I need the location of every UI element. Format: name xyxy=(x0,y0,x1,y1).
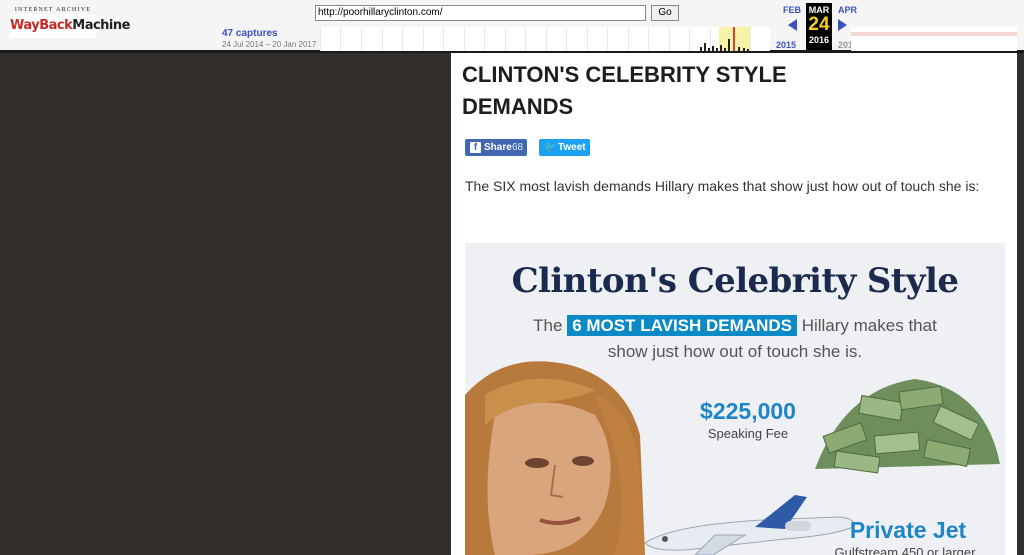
next-arrow-icon[interactable] xyxy=(838,19,847,31)
tweet-button[interactable]: 🐦 Tweet xyxy=(539,139,590,156)
share-label: Share xyxy=(484,142,512,153)
private-jet-title: Private Jet xyxy=(849,517,967,543)
tweet-label: Tweet xyxy=(558,142,586,153)
speaking-fee-amount: $225,000 xyxy=(700,398,796,424)
current-day: 24 xyxy=(808,14,830,35)
speaking-fee-label: Speaking Fee xyxy=(707,426,789,441)
infographic-title: Clinton's Celebrity Style xyxy=(511,261,959,301)
next-month-link[interactable]: APR xyxy=(838,5,857,15)
twitter-bird-icon: 🐦 xyxy=(544,142,557,153)
private-jet-subtitle: Gulfstream 450 or larger xyxy=(834,545,976,555)
current-year: 2016 xyxy=(808,35,830,45)
captures-link[interactable]: 47 captures xyxy=(222,28,278,39)
facebook-share-button[interactable]: f Share 68 xyxy=(465,139,527,156)
facebook-icon: f xyxy=(470,142,481,153)
highlight-badge: 6 MOST LAVISH DEMANDS xyxy=(567,315,797,336)
logo-internet-archive: INTERNET ARCHIVE xyxy=(14,7,92,13)
go-button[interactable]: Go xyxy=(651,5,679,21)
url-input[interactable]: http://poorhillaryclinton.com/ xyxy=(315,5,646,21)
prev-year-link[interactable]: 2015 xyxy=(776,40,796,50)
infographic-subtitle-line1: The 6 MOST LAVISH DEMANDS Hillary makes … xyxy=(533,315,937,336)
current-date: MAR 24 2016 xyxy=(806,3,832,50)
article-title: CLINTON'S CELEBRITY STYLE DEMANDS xyxy=(462,62,787,119)
article-intro: The SIX most lavish demands Hillary make… xyxy=(465,178,980,194)
capture-range: 24 Jul 2014 – 20 Jan 2017 xyxy=(222,40,317,49)
article: CLINTON'S CELEBRITY STYLE DEMANDS f Shar… xyxy=(451,53,1017,555)
year-strip xyxy=(851,27,1017,51)
hillary-portrait-image xyxy=(465,361,645,555)
cash-pile-image xyxy=(815,379,1000,474)
wayback-toolbar: INTERNET ARCHIVE WayBackMachine http://p… xyxy=(0,0,1024,53)
prev-arrow-icon[interactable] xyxy=(788,19,797,31)
infographic: Clinton's Celebrity Style The 6 MOST LAV… xyxy=(465,243,1005,555)
timeline-current-marker xyxy=(733,27,735,51)
logo-wordmark: WayBackMachine xyxy=(10,14,130,38)
prev-month-link[interactable]: FEB xyxy=(783,5,801,15)
share-count: 68 xyxy=(512,142,524,153)
capture-timeline[interactable] xyxy=(320,27,770,51)
wayback-logo[interactable]: INTERNET ARCHIVE WayBackMachine xyxy=(10,6,130,42)
